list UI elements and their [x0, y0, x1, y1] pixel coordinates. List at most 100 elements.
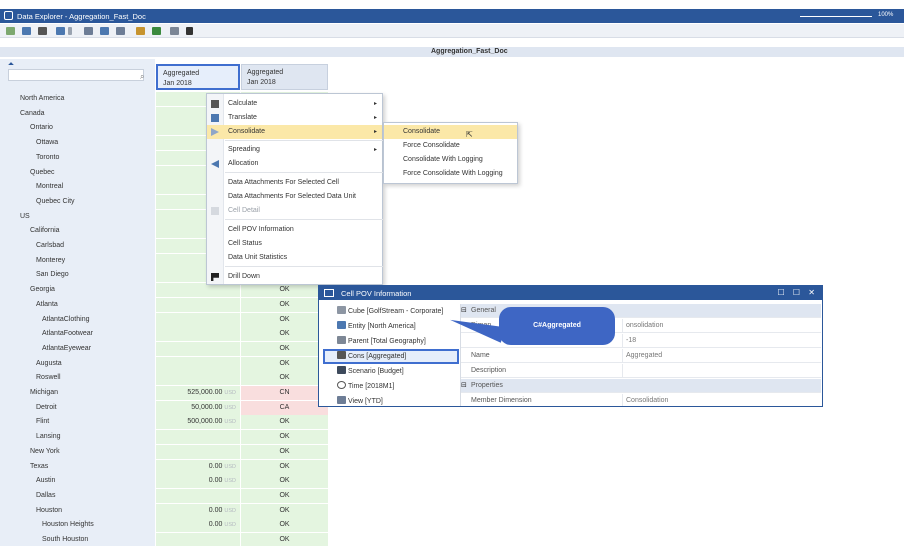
tree-item-cube[interactable]: Cube [GolfStream - Corporate] — [323, 304, 459, 319]
row-header-label[interactable]: California — [30, 224, 60, 238]
filter-icon[interactable]: ⌕ — [140, 72, 144, 82]
row-header-label[interactable]: Roswell — [36, 371, 61, 385]
row-header-label[interactable]: Michigan — [30, 386, 58, 400]
status-cell[interactable]: OK — [241, 357, 328, 371]
tree-item-time[interactable]: Time [2018M1] — [323, 379, 459, 394]
status-cell[interactable]: OK — [241, 474, 328, 488]
row-header-label[interactable]: Ontario — [30, 121, 53, 135]
row-header-label[interactable]: Detroit — [36, 401, 57, 415]
collapse-icon[interactable]: ⊟ — [461, 379, 467, 393]
submenu-item-force-consolidate[interactable]: Force Consolidate — [384, 139, 517, 153]
data-cell[interactable]: 525,000.00 USD — [156, 386, 240, 400]
row-header-label[interactable]: AtlantaEyewear — [42, 342, 91, 356]
row-header-label[interactable]: Texas — [30, 460, 48, 474]
save-icon[interactable] — [22, 27, 31, 35]
data-cell[interactable] — [156, 327, 240, 341]
menu-item-consolidate[interactable]: Consolidate ▸ — [207, 125, 382, 139]
row-header-label[interactable]: Toronto — [36, 151, 59, 165]
data-cell[interactable] — [156, 357, 240, 371]
data-cell[interactable] — [156, 533, 240, 546]
row-header-label[interactable]: Austin — [36, 474, 55, 488]
status-cell[interactable]: OK — [241, 298, 328, 312]
status-cell[interactable]: OK — [241, 489, 328, 503]
status-cell[interactable]: OK — [241, 415, 328, 429]
rows-icon[interactable] — [116, 27, 125, 35]
tree-item-entity[interactable]: Entity [North America] — [323, 319, 459, 334]
row-header-label[interactable]: New York — [30, 445, 60, 459]
submenu-item-force-consolidate-with-logging[interactable]: Force Consolidate With Logging — [384, 167, 517, 181]
menu-item-translate[interactable]: Translate ▸ — [207, 111, 382, 125]
tree-item-view[interactable]: View [YTD] — [323, 394, 459, 406]
submenu-item-consolidate-with-logging[interactable]: Consolidate With Logging — [384, 153, 517, 167]
filter-icon[interactable] — [170, 27, 179, 35]
status-cell[interactable]: OK — [241, 313, 328, 327]
status-cell[interactable]: OK — [241, 371, 328, 385]
row-header-label[interactable]: Houston Heights — [42, 518, 94, 532]
row-header-label[interactable]: Houston — [36, 504, 62, 518]
status-cell[interactable]: OK — [241, 518, 328, 532]
row-header-label[interactable]: Lansing — [36, 430, 61, 444]
row-header-label[interactable]: North America — [20, 92, 64, 106]
data-cell[interactable] — [156, 445, 240, 459]
dropdown-icon[interactable] — [68, 27, 72, 35]
run-icon[interactable] — [6, 27, 15, 35]
row-header-label[interactable]: San Diego — [36, 268, 69, 282]
grid-icon[interactable] — [56, 27, 65, 35]
row-header-label[interactable]: South Houston — [42, 533, 88, 546]
column-header-1[interactable]: Aggregated Jan 2018 — [156, 64, 240, 90]
status-cell[interactable]: OK — [241, 283, 328, 297]
data-cell[interactable] — [156, 283, 240, 297]
data-cell[interactable] — [156, 313, 240, 327]
data-cell[interactable] — [156, 489, 240, 503]
data-cell[interactable]: 0.00 USD — [156, 518, 240, 532]
status-cell[interactable]: CN — [241, 386, 328, 400]
status-cell[interactable]: CA — [241, 401, 328, 415]
row-header-label[interactable]: Atlanta — [36, 298, 58, 312]
data-cell[interactable]: 500,000.00 USD — [156, 415, 240, 429]
window-controls[interactable]: ☐ ☐ ✕ — [778, 288, 819, 297]
row-header-label[interactable]: Quebec — [30, 166, 55, 180]
status-cell[interactable]: OK — [241, 430, 328, 444]
row-header-label[interactable]: Ottawa — [36, 136, 58, 150]
row-header-label[interactable]: Monterey — [36, 254, 65, 268]
row-header-label[interactable]: Quebec City — [36, 195, 75, 209]
menu-item-attachments-data-unit[interactable]: Data Attachments For Selected Data Unit — [207, 190, 382, 204]
row-header-label[interactable]: Augusta — [36, 357, 62, 371]
row-header-label[interactable]: AtlantaClothing — [42, 313, 89, 327]
tree-item-parent[interactable]: Parent [Total Geography] — [323, 334, 459, 349]
data-cell[interactable] — [156, 298, 240, 312]
edit-icon[interactable] — [186, 27, 193, 35]
data-cell[interactable]: 50,000.00 USD — [156, 401, 240, 415]
data-cell[interactable]: 0.00 USD — [156, 504, 240, 518]
row-header-label[interactable]: Canada — [20, 107, 45, 121]
row-header-label[interactable]: Montreal — [36, 180, 63, 194]
row-header-label[interactable]: AtlantaFootwear — [42, 327, 93, 341]
row-header-label[interactable]: Carlsbad — [36, 239, 64, 253]
row-header-label[interactable]: Georgia — [30, 283, 55, 297]
refresh-icon[interactable] — [84, 27, 93, 35]
menu-item-cell-pov-information[interactable]: Cell POV Information — [207, 223, 382, 237]
menu-item-allocation[interactable]: Allocation — [207, 157, 382, 171]
excel-icon[interactable] — [152, 27, 161, 35]
section-properties[interactable]: ⊟ Properties — [461, 379, 821, 393]
tree-item-cons[interactable]: Cons [Aggregated] — [323, 349, 459, 364]
menu-item-drill-down[interactable]: Drill Down — [207, 270, 382, 284]
status-cell[interactable]: OK — [241, 504, 328, 518]
data-cell[interactable]: 0.00 USD — [156, 474, 240, 488]
delete-icon[interactable] — [38, 27, 47, 35]
data-cell[interactable]: 0.00 USD — [156, 460, 240, 474]
status-cell[interactable]: OK — [241, 445, 328, 459]
export-icon[interactable] — [136, 27, 145, 35]
menu-item-spreading[interactable]: Spreading ▸ — [207, 143, 382, 157]
status-cell[interactable]: OK — [241, 327, 328, 341]
status-cell[interactable]: OK — [241, 460, 328, 474]
column-header-2[interactable]: Aggregated Jan 2018 — [241, 64, 328, 90]
row-header-label[interactable]: Dallas — [36, 489, 55, 503]
status-cell[interactable]: OK — [241, 533, 328, 546]
menu-item-data-unit-statistics[interactable]: Data Unit Statistics — [207, 251, 382, 265]
menu-item-cell-status[interactable]: Cell Status — [207, 237, 382, 251]
data-cell[interactable] — [156, 342, 240, 356]
data-cell[interactable] — [156, 371, 240, 385]
tree-item-scenario[interactable]: Scenario [Budget] — [323, 364, 459, 379]
status-cell[interactable]: OK — [241, 342, 328, 356]
